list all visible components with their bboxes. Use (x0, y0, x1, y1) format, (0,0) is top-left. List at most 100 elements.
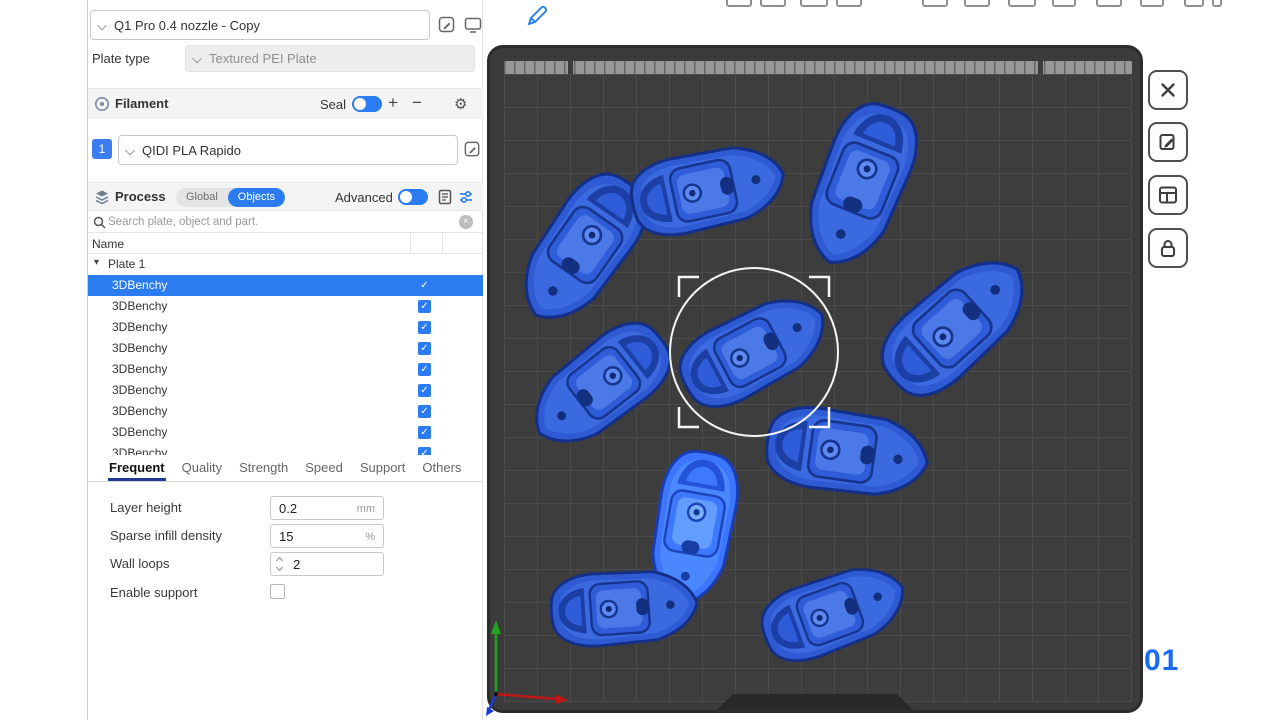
slicer-window: Q1 Pro 0.4 nozzle - Copy Plate type Text… (0, 0, 1280, 720)
plate-type-select[interactable]: Textured PEI Plate (185, 45, 475, 72)
layout-panels-icon (1156, 183, 1180, 207)
list-item[interactable]: 3DBenchy ✓ (88, 296, 483, 317)
layout-panels-button[interactable] (1148, 175, 1188, 215)
clear-search-icon[interactable]: × (459, 215, 473, 229)
segment-objects[interactable]: Objects (228, 188, 285, 207)
seal-toggle[interactable] (352, 96, 382, 112)
remove-filament-button[interactable]: − (408, 93, 426, 113)
caret-down-icon[interactable]: ▾ (94, 257, 99, 268)
advanced-toggle[interactable] (398, 189, 428, 205)
edit-filament-icon[interactable] (462, 139, 482, 159)
object-name: 3DBenchy (112, 341, 167, 355)
filament-select[interactable]: QIDI PLA Rapido (118, 135, 458, 165)
search-bar: × (88, 211, 483, 233)
list-item[interactable]: 3DBenchy ✓ (88, 359, 483, 380)
global-objects-segmented-control: Global Objects (176, 188, 285, 207)
list-item[interactable]: 3DBenchy ✓ (88, 338, 483, 359)
visibility-checkbox[interactable]: ✓ (418, 384, 431, 397)
benchy-model[interactable] (625, 137, 791, 243)
list-item[interactable]: 3DBenchy ✓ (88, 422, 483, 443)
benchy-model[interactable] (668, 281, 839, 420)
setting-label: Layer height (110, 500, 182, 515)
list-item[interactable]: 3DBenchy ✓ (88, 317, 483, 338)
visibility-checkbox[interactable]: ✓ (418, 447, 431, 455)
chevron-down-icon (97, 20, 107, 30)
visibility-checkbox[interactable]: ✓ (418, 300, 431, 313)
enable-support-checkbox[interactable] (270, 584, 285, 599)
printer-name: Q1 Pro 0.4 nozzle - Copy (114, 18, 260, 33)
close-icon (1156, 78, 1180, 102)
tab-quality[interactable]: Quality (181, 456, 223, 481)
plate-type-label: Plate type (92, 51, 150, 66)
process-section-header: Process Global Objects Advanced (88, 182, 483, 211)
device-panel-icon[interactable] (462, 14, 484, 36)
filament-title: Filament (115, 96, 168, 111)
settings-tabs: Frequent Quality Strength Speed Support Other… (88, 455, 483, 482)
visibility-checkbox[interactable]: ✓ (418, 426, 431, 439)
object-name: 3DBenchy (112, 299, 167, 313)
sidebar: Q1 Pro 0.4 nozzle - Copy Plate type Text… (88, 0, 483, 720)
list-item[interactable]: 3DBenchy ✓ (88, 275, 483, 296)
selection-bracket (809, 277, 829, 297)
lock-button[interactable] (1148, 228, 1188, 268)
plate-number-badge[interactable]: 01 (1144, 644, 1179, 678)
spinner-arrows-icon[interactable] (276, 556, 286, 574)
add-filament-button[interactable]: + (384, 93, 402, 113)
setting-layer-height: Layer height 0.2 mm (88, 496, 483, 520)
tab-strength[interactable]: Strength (238, 456, 289, 481)
object-list: 3DBenchy ✓ 3DBenchy ✓ 3DBenchy ✓ 3DBench… (88, 275, 483, 455)
setting-sparse-infill: Sparse infill density 15 % (88, 524, 483, 548)
filament-slot-number[interactable]: 1 (92, 139, 112, 159)
tab-frequent[interactable]: Frequent (108, 456, 166, 481)
filament-spool-icon (94, 96, 110, 112)
benchy-model[interactable] (867, 239, 1045, 411)
printer-select[interactable]: Q1 Pro 0.4 nozzle - Copy (90, 10, 430, 40)
monitor-icon (463, 15, 483, 35)
settings-list-icon[interactable] (437, 189, 453, 205)
filament-name: QIDI PLA Rapido (142, 143, 241, 158)
sparse-infill-input[interactable]: 15 % (270, 524, 384, 548)
tab-speed[interactable]: Speed (304, 456, 344, 481)
object-name: 3DBenchy (112, 404, 167, 418)
object-name: 3DBenchy (112, 446, 167, 455)
wall-loops-stepper[interactable]: 2 (270, 552, 384, 576)
visibility-checkbox[interactable]: ✓ (418, 405, 431, 418)
tab-support[interactable]: Support (359, 456, 407, 481)
visibility-checkbox[interactable]: ✓ (418, 279, 431, 292)
object-name: 3DBenchy (112, 383, 167, 397)
auto-orient-button[interactable] (1148, 122, 1188, 162)
segment-global[interactable]: Global (176, 188, 228, 207)
boats-layer (503, 93, 1045, 671)
visibility-checkbox[interactable]: ✓ (418, 321, 431, 334)
object-name: 3DBenchy (112, 320, 167, 334)
collapsed-left-panel (0, 0, 88, 720)
process-icon (94, 189, 110, 205)
close-plate-button[interactable] (1148, 70, 1188, 110)
benchy-model[interactable] (516, 309, 684, 463)
list-item[interactable]: 3DBenchy ✓ (88, 380, 483, 401)
process-title: Process (115, 189, 166, 204)
search-icon (93, 216, 106, 229)
tune-icon[interactable] (458, 189, 474, 205)
object-name: 3DBenchy (112, 362, 167, 376)
list-item[interactable]: 3DBenchy ✓ (88, 401, 483, 422)
search-input[interactable] (108, 213, 458, 231)
plate-type-value: Textured PEI Plate (209, 51, 317, 66)
tree-plate-row[interactable]: ▾ Plate 1 (88, 254, 483, 275)
visibility-checkbox[interactable]: ✓ (418, 342, 431, 355)
seal-label: Seal (320, 97, 346, 112)
tab-others[interactable]: Others (421, 456, 462, 481)
layer-height-input[interactable]: 0.2 mm (270, 496, 384, 520)
name-column-header: Name (92, 237, 124, 251)
benchy-model[interactable] (549, 567, 700, 649)
benchy-model[interactable] (762, 401, 933, 502)
tree-header: Name (88, 233, 483, 254)
list-item[interactable]: 3DBenchy ✓ (88, 443, 483, 455)
visibility-checkbox[interactable]: ✓ (418, 363, 431, 376)
benchy-model[interactable] (791, 93, 929, 277)
edit-printer-icon[interactable] (436, 14, 458, 36)
benchy-model[interactable] (753, 554, 915, 672)
axis-gizmo (486, 620, 568, 716)
column-divider (410, 233, 411, 254)
filament-settings-gear-icon[interactable]: ⚙ (454, 95, 467, 113)
